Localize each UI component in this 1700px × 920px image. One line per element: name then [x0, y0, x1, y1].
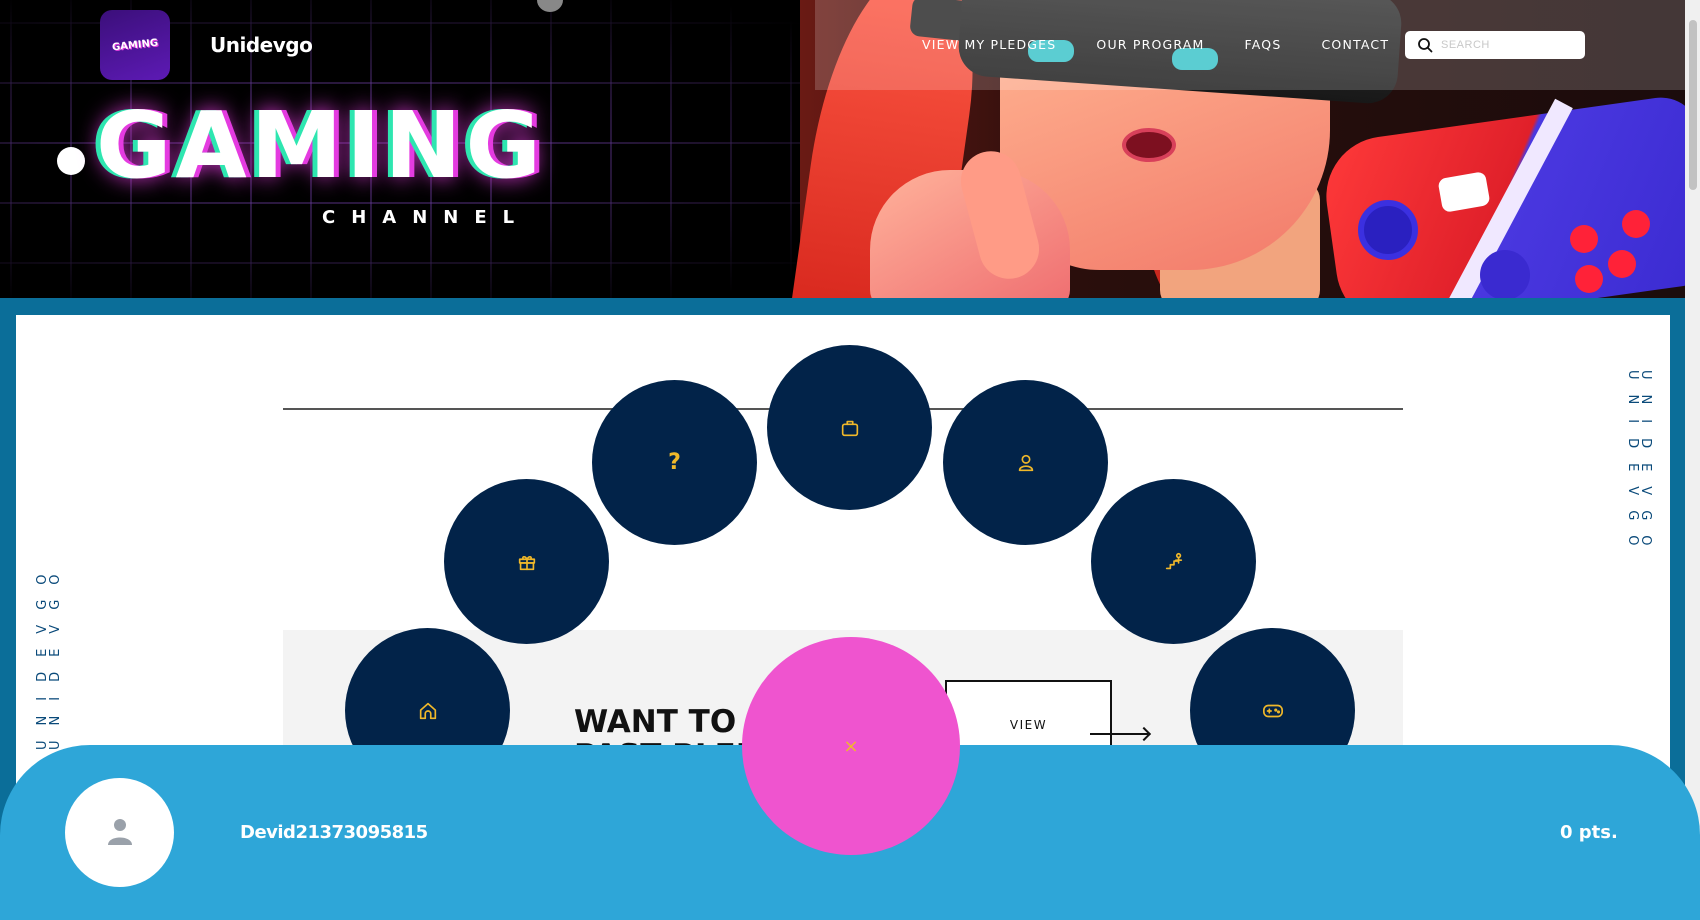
points-counter: 0 pts. — [1560, 822, 1618, 843]
menu-orb-gift[interactable] — [444, 479, 609, 644]
logo-text: GAMING — [111, 37, 159, 53]
question-icon: ? — [668, 450, 681, 475]
arrow-right-icon — [1090, 733, 1148, 735]
menu-orb-shop[interactable] — [767, 345, 932, 510]
hero-title: GAMING — [96, 92, 546, 199]
menu-orb-help[interactable]: ? — [592, 380, 757, 545]
nav-link-faqs[interactable]: FAQS — [1245, 37, 1282, 52]
nav-links: VIEW MY PLEDGES OUR PROGRAM FAQS CONTACT — [922, 37, 1429, 52]
gift-icon — [518, 555, 535, 570]
side-text-right: UNIDEVGO UNIDEVGO — [1625, 370, 1653, 561]
home-icon — [419, 702, 436, 719]
scrollbar-thumb[interactable] — [1689, 20, 1697, 190]
nav-link-view-my-pledges[interactable]: VIEW MY PLEDGES — [922, 37, 1056, 52]
close-menu-button[interactable]: × — [742, 637, 960, 855]
close-icon: × — [843, 735, 859, 757]
bag-icon — [841, 420, 858, 436]
pledge-title: WANT TO S — [574, 704, 749, 740]
search-icon — [1418, 38, 1433, 53]
username: Devid21373095815 — [240, 822, 428, 843]
nav-link-contact[interactable]: CONTACT — [1321, 37, 1389, 52]
gamepad-icon — [1262, 704, 1283, 717]
site-logo[interactable]: GAMING — [100, 10, 170, 80]
menu-orb-profile[interactable] — [943, 380, 1108, 545]
search-input[interactable] — [1441, 39, 1581, 51]
decorative-dot — [57, 147, 85, 175]
avatar[interactable] — [65, 778, 174, 887]
search-box[interactable] — [1405, 31, 1585, 59]
menu-orb-progress[interactable] — [1091, 479, 1256, 644]
top-navbar: GAMING Unidevgo VIEW MY PLEDGES OUR PROG… — [0, 0, 1685, 90]
nav-link-our-program[interactable]: OUR PROGRAM — [1096, 37, 1204, 52]
side-text-left: UNIDEVGO UNIDEVGO — [35, 559, 63, 751]
site-name[interactable]: Unidevgo — [210, 33, 313, 57]
user-avatar-icon — [107, 818, 132, 845]
hero-subtitle: CHANNEL — [322, 207, 531, 228]
user-icon — [1018, 454, 1033, 471]
stairs-icon — [1165, 552, 1182, 569]
